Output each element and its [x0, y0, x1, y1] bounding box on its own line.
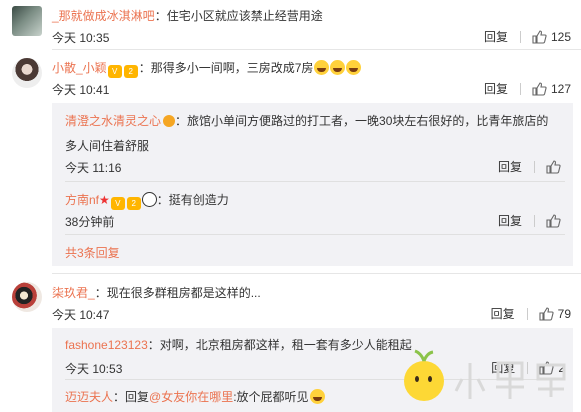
- reply-button[interactable]: 回复: [491, 305, 515, 322]
- more-replies-link[interactable]: 共3条回复: [65, 244, 120, 261]
- timestamp: 今天 11:16: [65, 161, 122, 175]
- laugh-emoji-icon: [314, 60, 330, 75]
- timestamp: 今天 10:41: [52, 83, 110, 97]
- comment-line: 柒玖君_：现在很多群租房都是这样的...: [52, 284, 261, 301]
- sub-reply-line: 方南nf★ V 2 ：挺有创造力: [65, 191, 229, 210]
- divider: [65, 181, 565, 182]
- avatar[interactable]: [12, 6, 42, 36]
- comment-line: 小散_小颖 V 2 ：那得多小一间啊，三房改成7房: [52, 59, 362, 78]
- reply-text: :放个屁都听见: [233, 390, 309, 404]
- timestamp: 今天 10:53: [65, 362, 123, 376]
- thumbs-up-icon[interactable]: [545, 213, 561, 229]
- timestamp: 今天 10:47: [52, 308, 110, 322]
- laugh-emoji-icon: [330, 60, 346, 75]
- mention-link[interactable]: @女友你在哪里: [149, 390, 233, 404]
- star-icon: ★: [99, 193, 110, 207]
- comment-text: ：现在很多群租房都是这样的...: [94, 286, 261, 300]
- divider: [65, 234, 565, 235]
- thumbs-up-icon[interactable]: [531, 29, 547, 45]
- username[interactable]: 柒玖君_: [52, 286, 95, 300]
- username[interactable]: 清澄之水清灵之心: [65, 114, 161, 128]
- reply-text: ：对啊，北京租房都这样，租一套有多少人能租起: [147, 338, 412, 352]
- username[interactable]: fashone123123: [65, 338, 148, 352]
- reply-actions: 回复: [498, 158, 565, 175]
- divider: [526, 307, 528, 320]
- reply-text: ：旅馆小单间方便路过的打工者，一晚30块左右很好的，比青年旅店的: [175, 114, 549, 128]
- avatar[interactable]: [12, 58, 42, 88]
- thumbs-up-icon[interactable]: [538, 306, 554, 322]
- like-count: 79: [557, 306, 571, 321]
- thumbs-up-icon[interactable]: [531, 81, 547, 97]
- panda-emoji-icon: [141, 192, 157, 207]
- divider: [534, 214, 535, 227]
- divider: [519, 82, 521, 95]
- timestamp: 今天 10:35: [52, 31, 110, 45]
- like-count: 127: [550, 81, 571, 96]
- comment-1: _那就做成冰淇淋吧：住宅小区就应该禁止经营用途 今天 10:35 回复 125: [0, 0, 581, 46]
- divider: [519, 30, 521, 43]
- vip-badge-icon: V: [107, 65, 122, 78]
- sub-reply-line: 迈迈夫人：回复@女友你在哪里:放个屁都听见: [65, 388, 325, 405]
- avatar[interactable]: [12, 282, 42, 312]
- verified-badge-icon: [163, 115, 176, 127]
- reply-button[interactable]: 回复: [498, 158, 522, 175]
- username[interactable]: 方南nf: [65, 193, 99, 207]
- sub-reply-line: fashone123123：对啊，北京租房都这样，租一套有多少人能租起: [65, 336, 412, 353]
- timestamp: 38分钟前: [65, 215, 115, 229]
- like-count: 125: [550, 29, 571, 44]
- reply-button[interactable]: 回复: [498, 212, 522, 229]
- sub-reply-line: 清澄之水清灵之心 ：旅馆小单间方便路过的打工者，一晚30块左右很好的，比青年旅店的: [65, 112, 548, 129]
- level-badge-icon: 2: [123, 65, 138, 78]
- reply-actions: 回复: [498, 212, 565, 229]
- reply-text: ：挺有创造力: [156, 193, 229, 207]
- laugh-emoji-icon: [346, 60, 362, 75]
- emoji-icon: [309, 389, 325, 404]
- watermark-logo-icon: [404, 349, 566, 401]
- comment-actions: 回复 127: [484, 80, 571, 97]
- comment-actions: 回复 125: [484, 28, 571, 45]
- reply-text: ：回复: [113, 390, 150, 404]
- comment-text: ：住宅小区就应该禁止经营用途: [154, 9, 323, 23]
- sub-replies: 清澄之水清灵之心 ：旅馆小单间方便路过的打工者，一晚30块左右很好的，比青年旅店的…: [52, 103, 573, 266]
- thumbs-up-icon[interactable]: [545, 159, 561, 175]
- reply-button[interactable]: 回复: [484, 80, 508, 97]
- username[interactable]: 小散_小颖: [52, 61, 107, 75]
- divider: [534, 160, 535, 173]
- level-badge-icon: 2: [126, 197, 141, 210]
- reply-text-cont: 多人间住着舒服: [65, 139, 150, 153]
- comment-actions: 回复 79: [491, 305, 571, 322]
- vip-badge-icon: V: [110, 197, 125, 210]
- username[interactable]: 迈迈夫人: [65, 390, 113, 404]
- reply-button[interactable]: 回复: [484, 28, 508, 45]
- username[interactable]: _那就做成冰淇淋吧: [52, 9, 155, 23]
- comment-text: ：那得多小一间啊，三房改成7房: [138, 61, 314, 75]
- comment-line: _那就做成冰淇淋吧：住宅小区就应该禁止经营用途: [52, 7, 323, 24]
